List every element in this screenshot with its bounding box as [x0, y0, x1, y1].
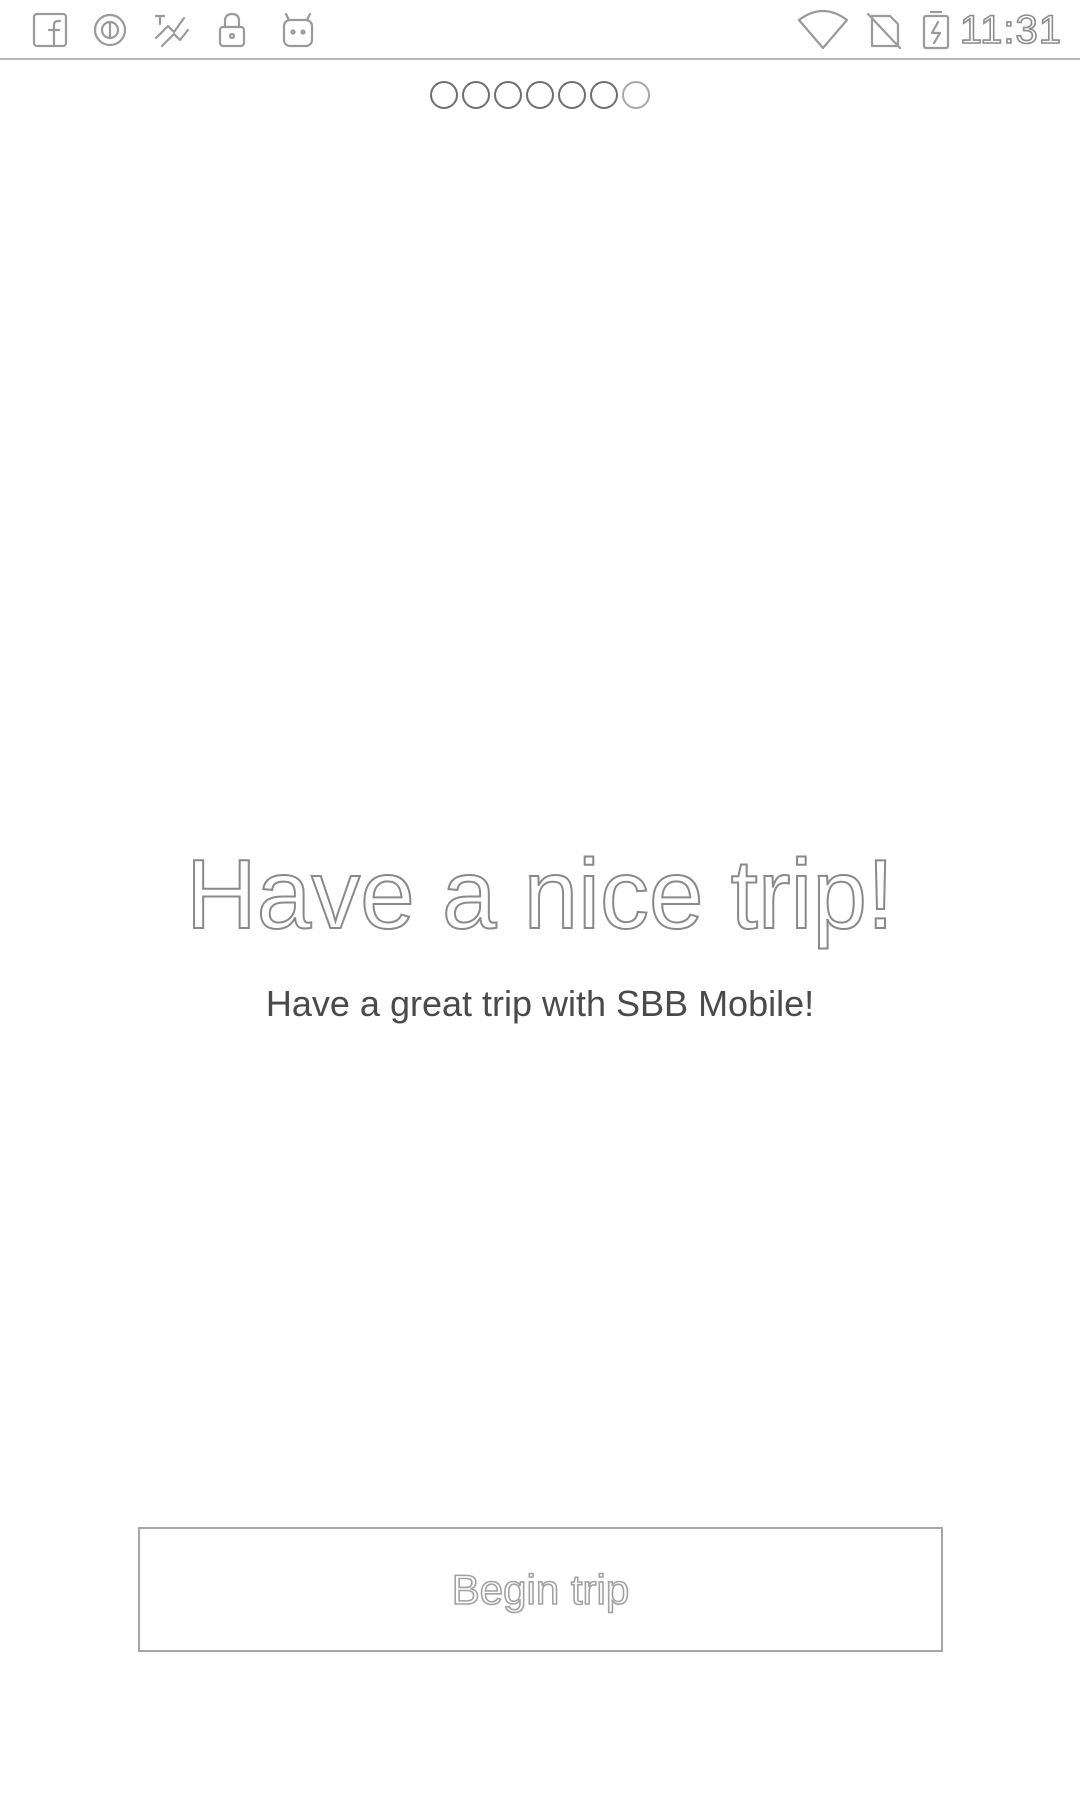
nfc-icon	[148, 8, 192, 52]
page-dot	[526, 81, 554, 109]
wifi-icon	[796, 8, 850, 52]
page-indicator	[0, 81, 1080, 109]
status-bar-clock: 11:31	[959, 7, 1062, 53]
battery-charging-icon	[914, 8, 958, 52]
android-icon	[276, 8, 320, 52]
lock-icon	[210, 8, 254, 52]
begin-trip-button[interactable]: Begin trip	[138, 1527, 943, 1652]
page-dot	[494, 81, 522, 109]
page-dot-active	[622, 81, 650, 109]
facebook-icon	[28, 8, 72, 52]
page-dot	[430, 81, 458, 109]
begin-trip-button-label: Begin trip	[451, 1565, 630, 1614]
data-saver-icon	[88, 8, 132, 52]
status-bar: 11:31	[0, 0, 1080, 60]
page-dot	[590, 81, 618, 109]
page-dot	[558, 81, 586, 109]
page-dot	[462, 81, 490, 109]
page-subtitle: Have a great trip with SBB Mobile!	[265, 983, 815, 1024]
page-title: Have a nice trip!	[185, 838, 895, 950]
no-signal-icon	[862, 8, 906, 52]
